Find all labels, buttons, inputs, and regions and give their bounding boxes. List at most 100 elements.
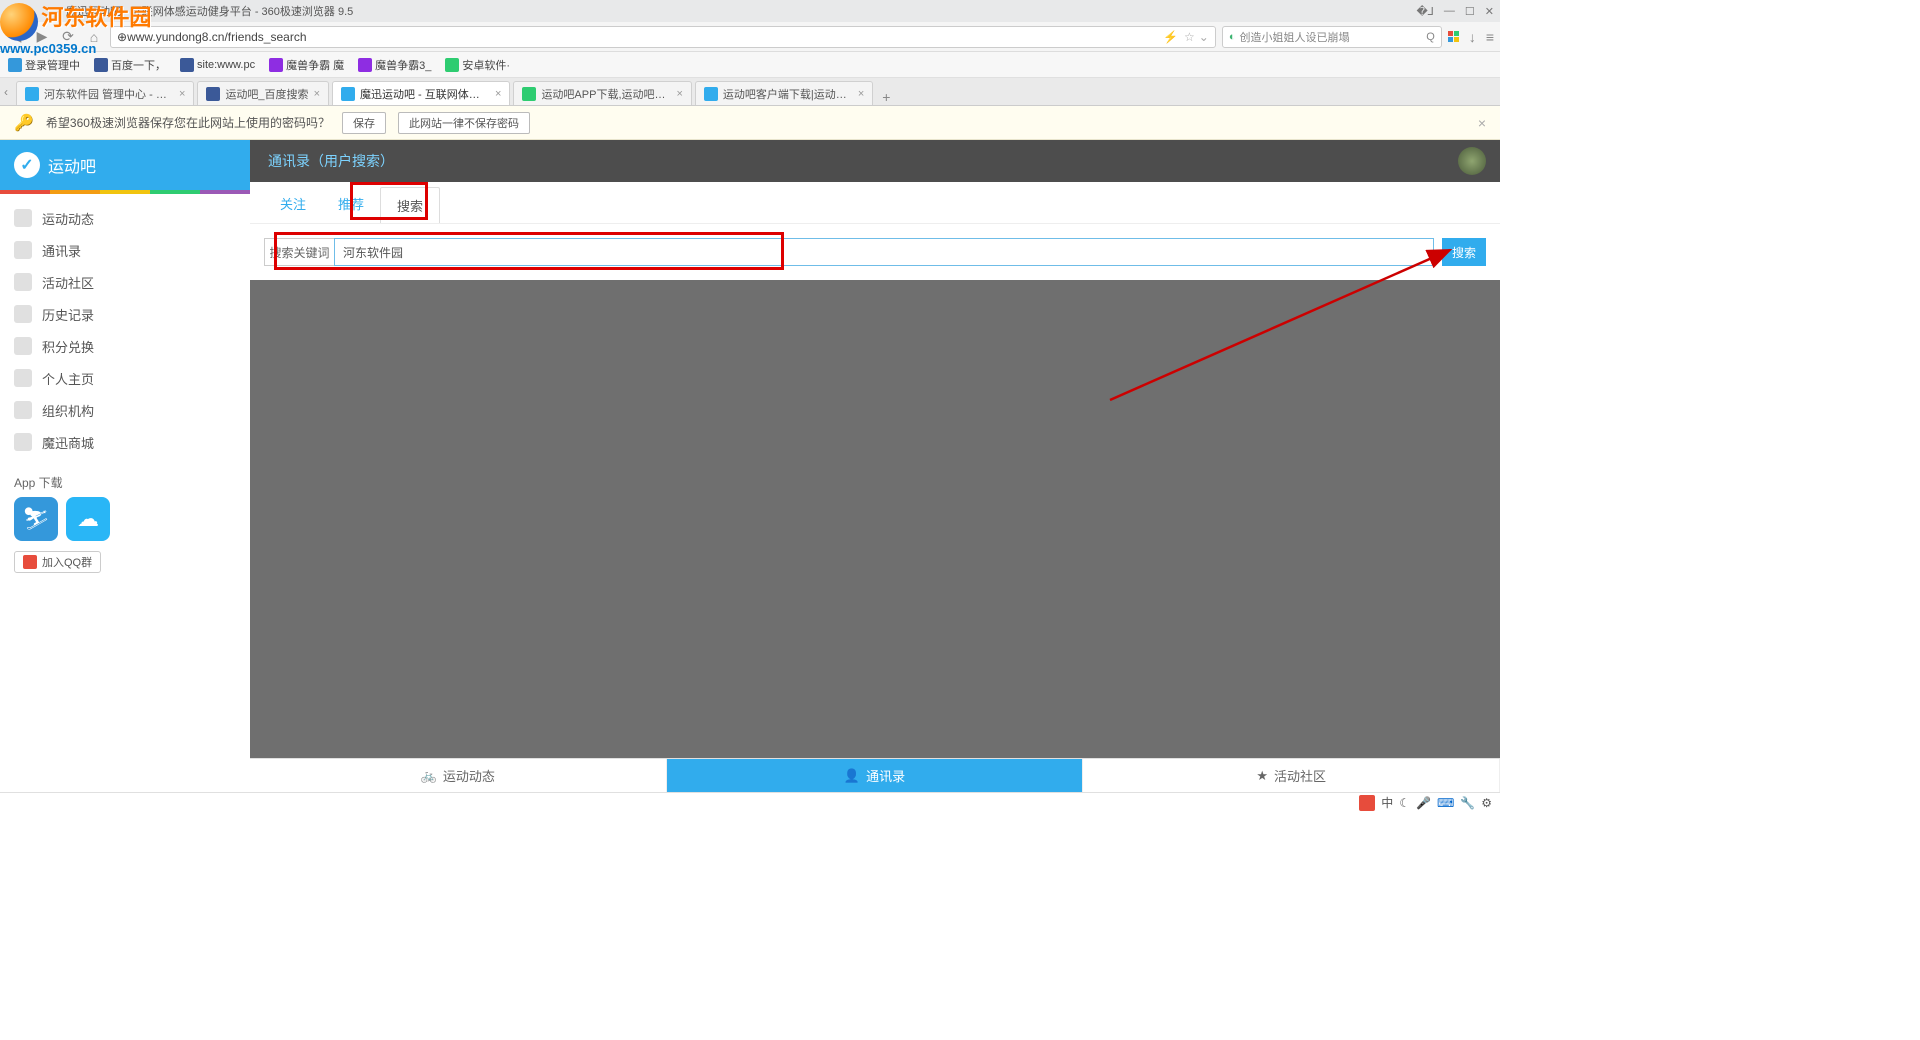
qq-icon — [23, 555, 37, 569]
tray-moon-icon[interactable]: ☾ — [1399, 796, 1410, 810]
org-icon — [14, 401, 32, 419]
tray-tool-icon[interactable]: 🔧 — [1460, 796, 1475, 810]
tab-close-icon[interactable]: × — [858, 88, 864, 100]
browser-tab[interactable]: 运动吧_百度搜索× — [197, 81, 329, 105]
password-prompt-text: 希望360极速浏览器保存您在此网站上使用的密码吗？ — [46, 114, 330, 131]
window-title: 魔迅运动吧 - 互联网体感运动健身平台 - 360极速浏览器 9.5 — [6, 3, 1416, 19]
main-content: 通讯录（用户搜索） 关注 推荐 搜索 搜索关键词 搜索 — [250, 140, 1500, 792]
tab-close-icon[interactable]: × — [179, 88, 185, 100]
tray-sogou-icon[interactable] — [1359, 795, 1375, 811]
bookmark-item[interactable]: 安卓软件· — [445, 57, 510, 73]
sidebar-item-org[interactable]: 组织机构 — [0, 394, 250, 426]
chevron-down-icon[interactable]: ⌄ — [1199, 30, 1209, 44]
win-minimize-icon[interactable]: — — [1444, 5, 1455, 18]
tray-keyboard-icon[interactable]: ⌨ — [1437, 796, 1454, 810]
results-area — [250, 280, 1500, 792]
android-download-button[interactable]: ⛷ — [14, 497, 58, 541]
person-icon: 👤 — [844, 768, 860, 784]
download-icon[interactable]: ↓ — [1469, 29, 1476, 45]
win-maximize-icon[interactable]: ☐ — [1465, 5, 1475, 18]
browser-search-input[interactable]: ◐ 创造小姐姐人设已崩塌 Q — [1222, 26, 1442, 48]
app-download-section: App 下载 ⛷ ☁ 加入QQ群 — [0, 466, 250, 581]
tab-close-icon[interactable]: × — [495, 88, 501, 100]
sidebar-item-contacts[interactable]: 通讯录 — [0, 234, 250, 266]
sidebar-item-community[interactable]: 活动社区 — [0, 266, 250, 298]
search-engine-icon: ◐ — [1229, 31, 1236, 43]
window-controls: �⅃ — ☐ ✕ — [1416, 5, 1494, 18]
flash-icon[interactable]: ⚡ — [1163, 30, 1178, 44]
never-save-password-button[interactable]: 此网站一律不保存密码 — [398, 112, 530, 134]
password-save-bar: 🔑 希望360极速浏览器保存您在此网站上使用的密码吗？ 保存 此网站一律不保存密… — [0, 106, 1500, 140]
sidebar-menu: 运动动态 通讯录 活动社区 历史记录 积分兑换 个人主页 组织机构 魔迅商城 — [0, 194, 250, 466]
community-icon — [14, 273, 32, 291]
contacts-icon — [14, 241, 32, 259]
new-tab-button[interactable]: + — [876, 89, 896, 105]
page-title: 通讯录（用户搜索） — [268, 151, 394, 171]
tray-mic-icon[interactable]: 🎤 — [1416, 796, 1431, 810]
mall-icon — [14, 433, 32, 451]
tab-close-icon[interactable]: × — [314, 88, 320, 100]
system-tray: 中 ☾ 🎤 ⌨ 🔧 ⚙ — [0, 792, 1500, 812]
watermark-cn: 河东软件园 — [41, 5, 151, 30]
bookmark-item[interactable]: 魔兽争霸3_ — [358, 57, 431, 73]
browser-tabs-row: ‹ 河东软件园 管理中心 - Powere× 运动吧_百度搜索× 魔迅运动吧 -… — [0, 78, 1500, 106]
tab-search[interactable]: 搜索 — [380, 187, 440, 224]
feed-icon — [14, 209, 32, 227]
avatar[interactable] — [1458, 147, 1486, 175]
bookmark-item[interactable]: 百度一下， — [94, 57, 166, 73]
search-icon[interactable]: Q — [1426, 31, 1435, 43]
star-icon: ★ — [1256, 768, 1268, 784]
tab-follow[interactable]: 关注 — [264, 186, 322, 223]
sub-tabs-area: 关注 推荐 搜索 搜索关键词 搜索 — [250, 182, 1500, 280]
bottom-nav-contacts[interactable]: 👤通讯录 — [667, 759, 1084, 792]
bookmark-item[interactable]: 魔兽争霸 魔 — [269, 57, 344, 73]
color-stripe — [0, 190, 250, 194]
tabs-scroll-left-icon[interactable]: ‹ — [4, 85, 16, 99]
app-download-label: App 下载 — [14, 474, 236, 491]
join-qq-button[interactable]: 加入QQ群 — [14, 551, 101, 573]
bookmark-item[interactable]: 登录管理中 — [8, 57, 80, 73]
tab-recommend[interactable]: 推荐 — [322, 186, 380, 223]
search-button[interactable]: 搜索 — [1442, 238, 1486, 266]
win-pin-icon[interactable]: �⅃ — [1416, 5, 1433, 18]
tab-close-icon[interactable]: × — [676, 88, 682, 100]
bottom-nav-community[interactable]: ★活动社区 — [1083, 759, 1500, 792]
tray-settings-icon[interactable]: ⚙ — [1481, 796, 1492, 810]
bottom-nav: 🚲运动动态 👤通讯录 ★活动社区 — [250, 758, 1500, 792]
sidebar-item-feed[interactable]: 运动动态 — [0, 202, 250, 234]
browser-tab[interactable]: 运动吧APP下载,运动吧官方客户× — [513, 81, 691, 105]
tray-ime-label[interactable]: 中 — [1381, 794, 1393, 811]
watermark-url: www.pc0359.cn — [0, 41, 96, 56]
sidebar-item-mall[interactable]: 魔迅商城 — [0, 426, 250, 458]
search-placeholder: 创造小姐姐人设已崩塌 — [1239, 29, 1349, 45]
address-input[interactable]: ⊕ www.yundong8.cn/friends_search ⚡ ☆ ⌄ — [110, 26, 1216, 48]
win-close-icon[interactable]: ✕ — [1485, 5, 1494, 18]
browser-tab[interactable]: 魔迅运动吧 - 互联网体感运动健× — [332, 81, 510, 105]
browser-tab[interactable]: 运动吧客户端下载|运动吧名师运× — [695, 81, 873, 105]
ios-download-button[interactable]: ☁ — [66, 497, 110, 541]
app-container: ✓ 运动吧 运动动态 通讯录 活动社区 历史记录 积分兑换 个人主页 组织机构 … — [0, 140, 1500, 792]
bookmark-item[interactable]: site:www.pc — [180, 58, 255, 72]
key-icon: 🔑 — [14, 113, 34, 133]
sidebar: ✓ 运动吧 运动动态 通讯录 活动社区 历史记录 积分兑换 个人主页 组织机构 … — [0, 140, 250, 792]
sidebar-brand[interactable]: ✓ 运动吧 — [0, 140, 250, 190]
star-icon[interactable]: ☆ — [1184, 30, 1195, 44]
close-icon[interactable]: × — [1478, 115, 1486, 131]
sub-tabs: 关注 推荐 搜索 — [250, 182, 1500, 223]
brand-label: 运动吧 — [48, 153, 96, 177]
browser-tab[interactable]: 河东软件园 管理中心 - Powere× — [16, 81, 194, 105]
history-icon — [14, 305, 32, 323]
address-url: www.yundong8.cn/friends_search — [127, 30, 306, 44]
bottom-nav-feed[interactable]: 🚲运动动态 — [250, 759, 667, 792]
menu-icon[interactable]: ≡ — [1486, 29, 1494, 45]
search-input[interactable] — [334, 238, 1434, 266]
search-keyword-label: 搜索关键词 — [264, 238, 334, 266]
save-password-button[interactable]: 保存 — [342, 112, 386, 134]
points-icon — [14, 337, 32, 355]
profile-icon — [14, 369, 32, 387]
apps-grid-icon[interactable] — [1448, 31, 1459, 42]
sidebar-item-profile[interactable]: 个人主页 — [0, 362, 250, 394]
sidebar-item-history[interactable]: 历史记录 — [0, 298, 250, 330]
sidebar-item-points[interactable]: 积分兑换 — [0, 330, 250, 362]
page-title-bar: 通讯录（用户搜索） — [250, 140, 1500, 182]
